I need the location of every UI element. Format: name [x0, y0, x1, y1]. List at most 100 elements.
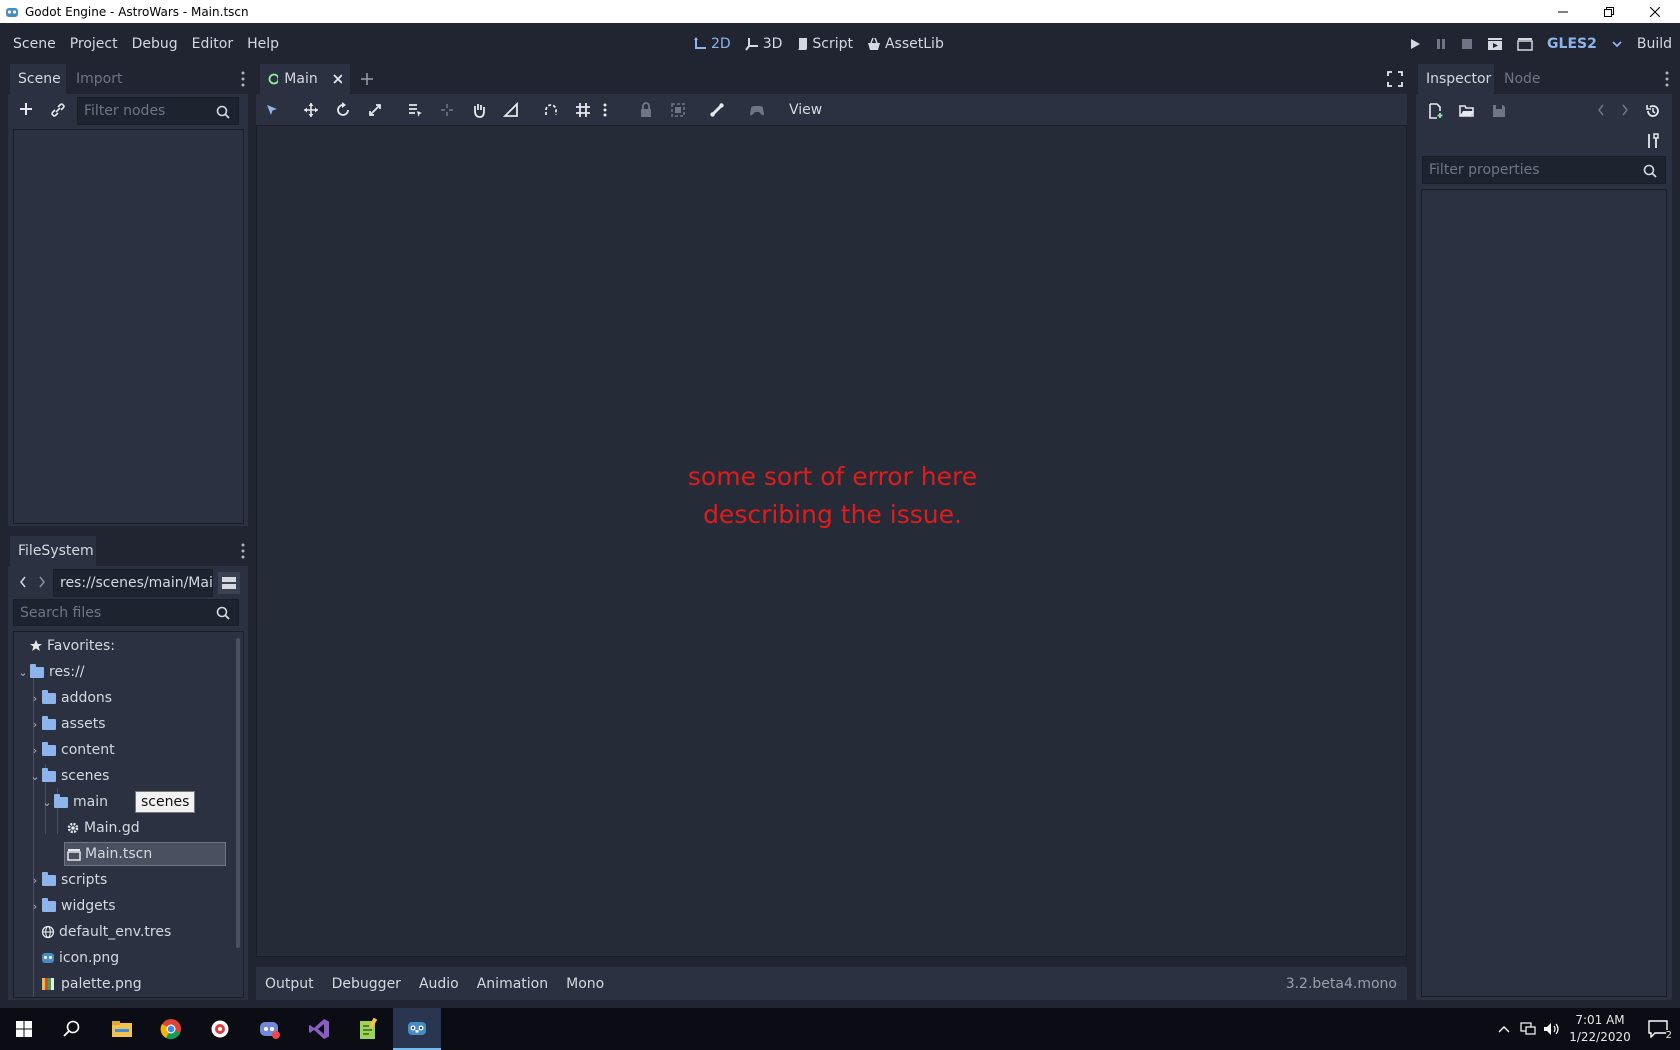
action-center-button[interactable]: 2 [1636, 1020, 1680, 1041]
tab-scene[interactable]: Scene [10, 64, 66, 94]
play-button[interactable] [1409, 38, 1421, 50]
fs-scrollbar[interactable] [236, 638, 240, 948]
taskbar-file-explorer[interactable] [98, 1008, 146, 1050]
workspace-2d-button[interactable]: 2D [693, 36, 731, 52]
search-files-input[interactable]: Search files [13, 599, 239, 626]
inspector-dock-menu-button[interactable] [1664, 70, 1670, 88]
dock-menu-button[interactable] [240, 70, 246, 88]
tree-item-scenes[interactable]: ⌄ scenes [30, 764, 109, 788]
add-node-button[interactable] [18, 101, 34, 117]
workspace-script-button[interactable]: Script [796, 36, 853, 52]
grid-snap-button[interactable] [570, 100, 596, 120]
menu-debug[interactable]: Debug [125, 36, 185, 52]
tab-node[interactable]: Node [1496, 64, 1552, 94]
snap-options-button[interactable] [598, 100, 612, 120]
tree-item-icon-png[interactable]: icon.png [41, 946, 119, 970]
tree-item-scripts[interactable]: › scripts [30, 868, 107, 892]
tree-item-content[interactable]: › content [30, 738, 115, 762]
fs-dock-menu-button[interactable] [240, 542, 246, 560]
history-back-button[interactable] [1596, 103, 1606, 117]
tab-output[interactable]: Output [256, 976, 323, 992]
taskbar-visual-studio[interactable] [295, 1008, 343, 1050]
clock[interactable]: 7:01 AM 1/22/2020 [1564, 1012, 1636, 1046]
workspace-assetlib-button[interactable]: AssetLib [867, 36, 944, 52]
favorites-row[interactable]: Favorites: [29, 634, 115, 658]
rotate-mode-button[interactable] [330, 100, 356, 120]
restore-button[interactable] [1586, 0, 1632, 23]
play-custom-scene-button[interactable] [1517, 37, 1533, 51]
taskbar-search-button[interactable] [48, 1008, 96, 1050]
tab-filesystem[interactable]: FileSystem [10, 536, 96, 566]
fs-forward-button[interactable] [37, 575, 47, 589]
list-select-button[interactable] [402, 100, 428, 120]
new-resource-button[interactable] [1428, 103, 1444, 119]
scale-mode-button[interactable] [362, 100, 388, 120]
tree-item-widgets[interactable]: › widgets [30, 894, 116, 918]
move-mode-button[interactable] [298, 100, 324, 120]
load-resource-button[interactable] [1459, 103, 1475, 119]
scene-tab-main[interactable]: Main [260, 64, 350, 94]
select-mode-button[interactable] [259, 100, 285, 120]
tree-item-main[interactable]: ⌄ main [42, 790, 108, 814]
group-button[interactable] [665, 100, 691, 120]
taskbar-discord[interactable] [246, 1008, 294, 1050]
taskbar-godot[interactable] [393, 1008, 441, 1050]
history-forward-button[interactable] [1620, 103, 1630, 117]
tree-item-assets[interactable]: › assets [30, 712, 106, 736]
skeleton-button[interactable] [704, 100, 730, 120]
object-history-button[interactable] [1645, 103, 1661, 119]
volume-button[interactable] [1540, 1022, 1564, 1036]
menu-editor[interactable]: Editor [185, 36, 240, 52]
fs-back-button[interactable] [18, 575, 28, 589]
network-button[interactable] [1516, 1022, 1540, 1036]
camera-override-button[interactable] [744, 100, 770, 120]
ruler-mode-button[interactable] [498, 100, 524, 120]
tree-item-palette-png[interactable]: palette.png [41, 972, 142, 996]
tree-item-res[interactable]: ⌄ res:// [18, 660, 85, 684]
distraction-free-button[interactable] [1387, 71, 1403, 87]
show-hidden-icons-button[interactable] [1492, 1024, 1516, 1034]
taskbar-app-record[interactable] [196, 1008, 244, 1050]
tab-inspector[interactable]: Inspector [1418, 64, 1494, 94]
tree-item-addons[interactable]: › addons [30, 686, 112, 710]
start-button[interactable] [0, 1008, 48, 1050]
play-scene-button[interactable] [1487, 37, 1503, 51]
filter-nodes-input[interactable]: Filter nodes [77, 97, 239, 125]
save-resource-button[interactable] [1491, 103, 1507, 119]
tab-animation[interactable]: Animation [468, 976, 557, 992]
taskbar-notepad[interactable] [344, 1008, 392, 1050]
tab-audio[interactable]: Audio [410, 976, 468, 992]
property-tools-button[interactable] [1645, 133, 1661, 149]
menu-project[interactable]: Project [63, 36, 125, 52]
inspector-properties[interactable] [1421, 189, 1667, 997]
pivot-mode-button[interactable] [434, 100, 460, 120]
menu-help[interactable]: Help [240, 36, 286, 52]
taskbar-chrome[interactable] [147, 1008, 195, 1050]
workspace-3d-button[interactable]: 3D [744, 36, 782, 52]
canvas-viewport[interactable]: some sort of error here describing the i… [256, 125, 1407, 957]
pause-button[interactable] [1435, 38, 1447, 50]
minimize-button[interactable] [1540, 0, 1586, 23]
tab-import[interactable]: Import [68, 64, 134, 94]
build-button[interactable]: Build [1637, 36, 1672, 52]
renderer-label[interactable]: GLES2 [1547, 36, 1597, 52]
fs-split-mode-button[interactable] [218, 572, 240, 594]
tab-mono[interactable]: Mono [557, 976, 613, 992]
scene-tree[interactable] [13, 129, 244, 524]
close-window-button[interactable] [1632, 0, 1678, 23]
fs-path-input[interactable]: res://scenes/main/Mai [53, 569, 213, 597]
renderer-dropdown[interactable] [1611, 38, 1623, 50]
pan-mode-button[interactable] [466, 100, 492, 120]
tree-item-main-tscn[interactable]: Main.tscn [64, 842, 226, 866]
instance-scene-button[interactable] [50, 102, 66, 118]
lock-button[interactable] [633, 100, 659, 120]
filesystem-tree[interactable]: Favorites: ⌄ res:// › addons › assets › … [13, 631, 244, 998]
tree-item-main-gd[interactable]: Main.gd [66, 816, 140, 840]
tab-debugger[interactable]: Debugger [323, 976, 410, 992]
filter-properties-input[interactable]: Filter properties [1422, 156, 1666, 184]
smart-snap-button[interactable] [538, 100, 564, 120]
stop-button[interactable] [1461, 38, 1473, 50]
menu-scene[interactable]: Scene [6, 36, 63, 52]
tree-item-default-env[interactable]: default_env.tres [41, 920, 171, 944]
view-menu[interactable]: View [789, 102, 822, 118]
